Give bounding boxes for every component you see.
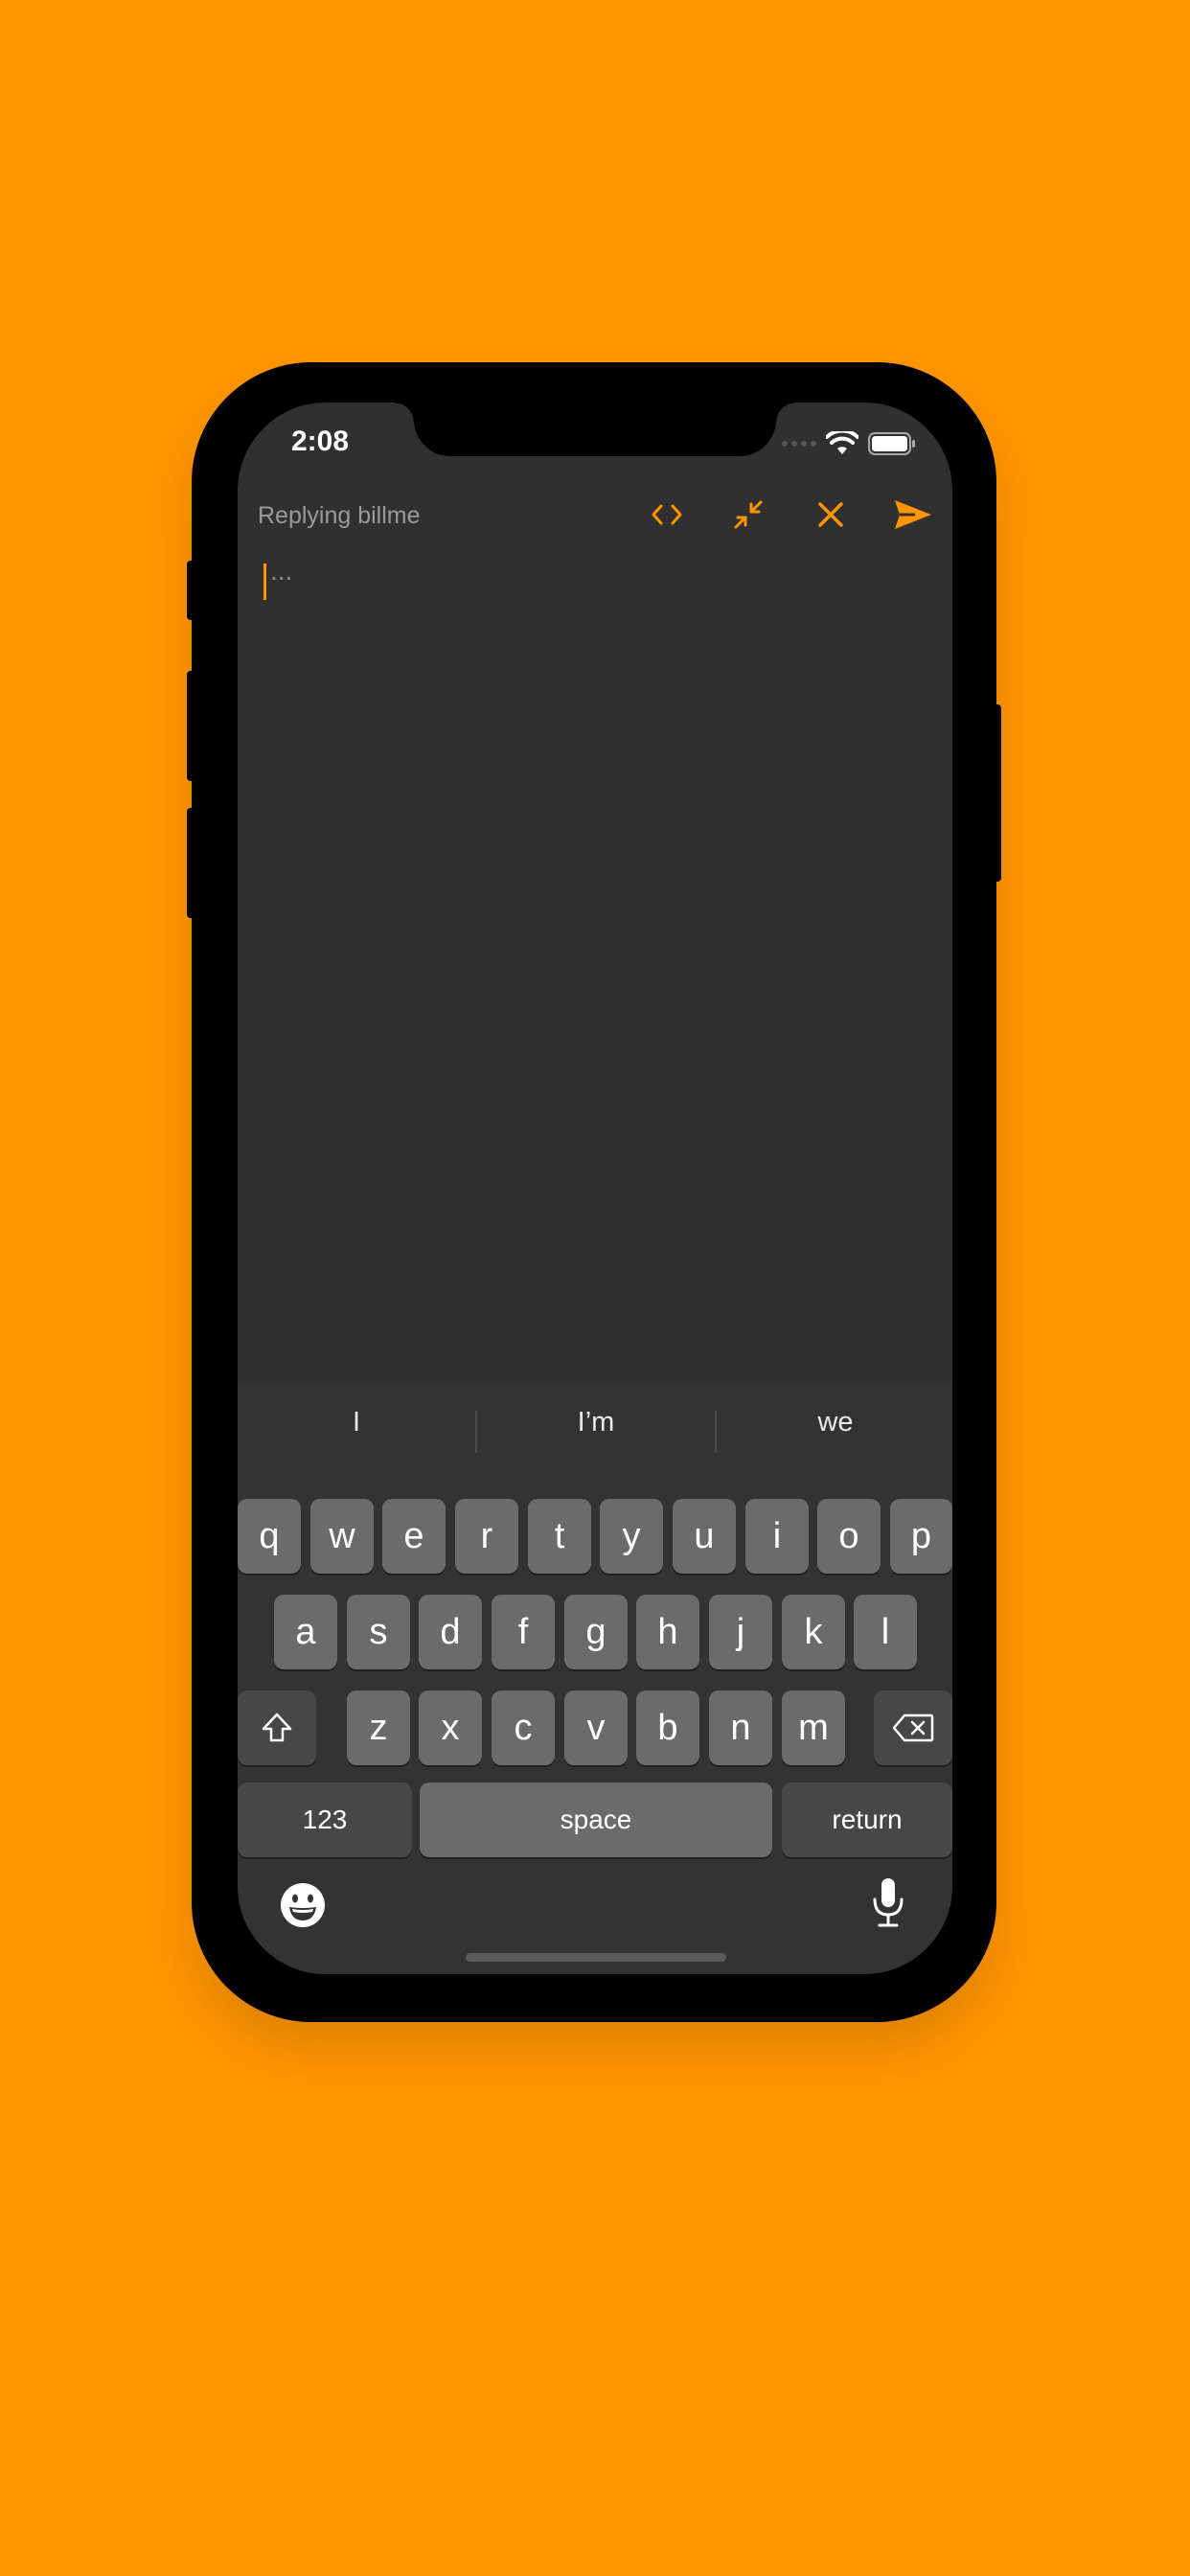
minimize-button[interactable] [726, 493, 770, 537]
key-j[interactable]: j [709, 1595, 772, 1669]
key-h[interactable]: h [636, 1595, 699, 1669]
key-x[interactable]: x [419, 1690, 482, 1765]
home-indicator[interactable] [466, 1953, 726, 1962]
key-y[interactable]: y [600, 1499, 663, 1574]
key-s[interactable]: s [347, 1595, 410, 1669]
editor-placeholder: ... [270, 556, 293, 586]
key-v[interactable]: v [564, 1690, 628, 1765]
close-icon [818, 502, 843, 527]
cellular-signal-icon [782, 441, 816, 447]
key-n[interactable]: n [709, 1690, 772, 1765]
shift-key[interactable] [238, 1690, 316, 1765]
key-q[interactable]: q [238, 1499, 301, 1574]
key-l[interactable]: l [854, 1595, 917, 1669]
battery-icon [868, 432, 915, 455]
notch [395, 402, 795, 456]
return-key[interactable]: return [782, 1782, 952, 1857]
key-z[interactable]: z [347, 1690, 410, 1765]
shift-icon [262, 1713, 292, 1742]
key-g[interactable]: g [564, 1595, 628, 1669]
suggestion-item[interactable]: we [717, 1407, 952, 1438]
keyboard: I I’m we q w e r t y u i o p a s d f g h [238, 1386, 952, 1974]
key-u[interactable]: u [673, 1499, 736, 1574]
wifi-icon [826, 431, 858, 454]
emoji-icon [281, 1883, 325, 1927]
minimize-icon [734, 500, 763, 529]
key-k[interactable]: k [782, 1595, 845, 1669]
screen: 2:08 Replying billme ... I I’m we q w e … [238, 402, 952, 1974]
volume-up-button [187, 671, 196, 781]
status-time: 2:08 [291, 426, 350, 457]
compose-toolbar: Replying billme [238, 485, 952, 539]
status-icons [782, 431, 916, 456]
power-button [992, 704, 1001, 882]
key-e[interactable]: e [382, 1499, 446, 1574]
reply-title: Replying billme [258, 502, 421, 529]
key-r[interactable]: r [455, 1499, 518, 1574]
message-editor[interactable]: ... [238, 537, 952, 1390]
send-button[interactable] [891, 493, 935, 537]
key-i[interactable]: i [745, 1499, 809, 1574]
close-button[interactable] [809, 493, 853, 537]
space-key[interactable]: space [420, 1782, 772, 1857]
key-m[interactable]: m [782, 1690, 845, 1765]
code-button[interactable] [645, 493, 689, 537]
suggestion-item[interactable]: I [238, 1407, 475, 1438]
key-f[interactable]: f [492, 1595, 555, 1669]
suggestion-bar: I I’m we [238, 1386, 952, 1468]
dictation-button[interactable] [866, 1873, 910, 1934]
volume-down-button [187, 808, 196, 918]
key-w[interactable]: w [310, 1499, 374, 1574]
key-t[interactable]: t [528, 1499, 591, 1574]
key-o[interactable]: o [817, 1499, 881, 1574]
send-icon [895, 500, 931, 529]
delete-key[interactable] [874, 1690, 952, 1765]
key-c[interactable]: c [492, 1690, 555, 1765]
suggestion-item[interactable]: I’m [477, 1407, 715, 1438]
key-a[interactable]: a [274, 1595, 337, 1669]
background: 2:08 Replying billme ... I I’m we q w e … [0, 0, 1190, 2576]
code-icon [652, 504, 682, 525]
emoji-button[interactable] [276, 1878, 330, 1932]
mute-switch [187, 561, 196, 620]
key-b[interactable]: b [636, 1690, 699, 1765]
key-p[interactable]: p [890, 1499, 952, 1574]
text-cursor [263, 564, 266, 600]
key-d[interactable]: d [419, 1595, 482, 1669]
microphone-icon [873, 1878, 904, 1927]
numbers-key[interactable]: 123 [238, 1782, 412, 1857]
backspace-icon [892, 1714, 934, 1742]
